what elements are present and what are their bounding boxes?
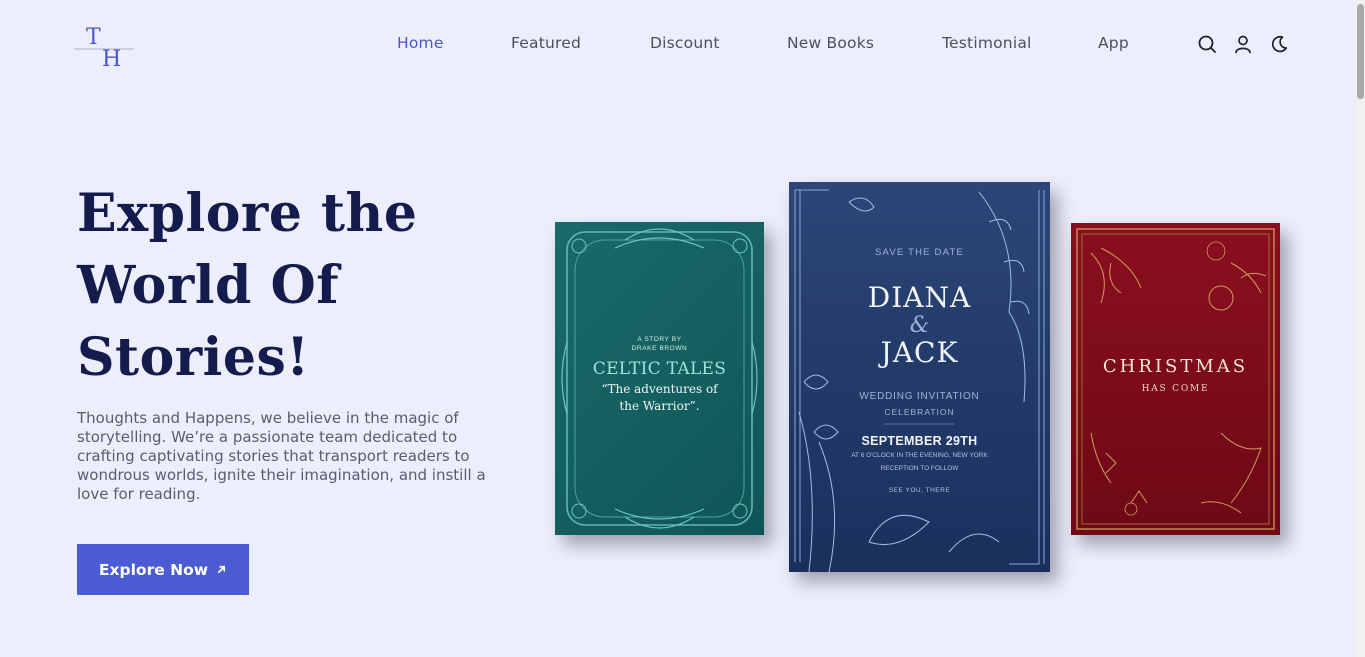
wedding-invitation-label: WEDDING INVITATION <box>859 391 980 402</box>
explore-now-button[interactable]: Explore Now <box>77 544 249 595</box>
name-two: JACK <box>880 336 959 369</box>
hero-title: Explore the World Of Stories! <box>77 178 497 394</box>
see-you-note: SEE YOU, THERE <box>888 487 951 494</box>
svg-text:H: H <box>102 47 121 70</box>
reception-note: RECEPTION TO FOLLOW <box>880 465 959 472</box>
scrollbar-thumb[interactable] <box>1357 4 1364 99</box>
book-subtitle: “The adventures of the Warrior”. <box>601 382 718 413</box>
hero-title-line-2: World Of <box>77 255 340 316</box>
hero-description: Thoughts and Happens, we believe in the … <box>77 409 486 503</box>
arrow-up-right-icon <box>217 565 226 574</box>
floral-decoration <box>794 189 1045 572</box>
book-christmas[interactable]: CHRISTMAS HAS COME <box>1071 223 1280 535</box>
svg-text:T: T <box>86 25 101 50</box>
book-kicker: A STORY BY <box>637 336 682 343</box>
search-icon[interactable] <box>1197 34 1217 54</box>
nav-app[interactable]: App <box>1098 34 1129 52</box>
wedding-time: AT 6 O'CLOCK IN THE EVENING, NEW YORK <box>851 452 988 459</box>
book-wedding-invitation[interactable]: SAVE THE DATE DIANA & JACK WEDDING INVIT… <box>789 182 1050 572</box>
brand-logo[interactable]: T H <box>72 22 136 72</box>
nav-new-books[interactable]: New Books <box>787 34 874 52</box>
name-one: DIANA <box>867 281 972 314</box>
nav-featured[interactable]: Featured <box>511 34 581 52</box>
book-celtic-tales[interactable]: A STORY BY DRAKE BROWN CELTIC TALES “The… <box>555 222 764 535</box>
explore-now-label: Explore Now <box>98 560 209 579</box>
moon-icon[interactable] <box>1269 34 1289 54</box>
page-scrollbar[interactable] <box>1356 0 1365 657</box>
christmas-subtitle: HAS COME <box>1141 384 1210 394</box>
christmas-decoration <box>1076 228 1275 530</box>
hero-title-line-3: Stories! <box>77 327 310 388</box>
save-the-date: SAVE THE DATE <box>875 247 964 258</box>
book-author: DRAKE BROWN <box>631 345 688 352</box>
book-title: CELTIC TALES <box>592 359 727 379</box>
wedding-date: SEPTEMBER 29TH <box>861 434 978 448</box>
nav-testimonial[interactable]: Testimonial <box>942 34 1032 52</box>
header-icons <box>1196 34 1292 56</box>
ampersand: & <box>909 313 930 338</box>
nav-discount[interactable]: Discount <box>650 34 720 52</box>
christmas-title: CHRISTMAS <box>1102 356 1249 377</box>
user-icon[interactable] <box>1233 34 1253 54</box>
hero-title-line-1: Explore the <box>77 183 418 244</box>
nav-home[interactable]: Home <box>397 34 444 52</box>
celebration-label: CELEBRATION <box>884 407 955 417</box>
